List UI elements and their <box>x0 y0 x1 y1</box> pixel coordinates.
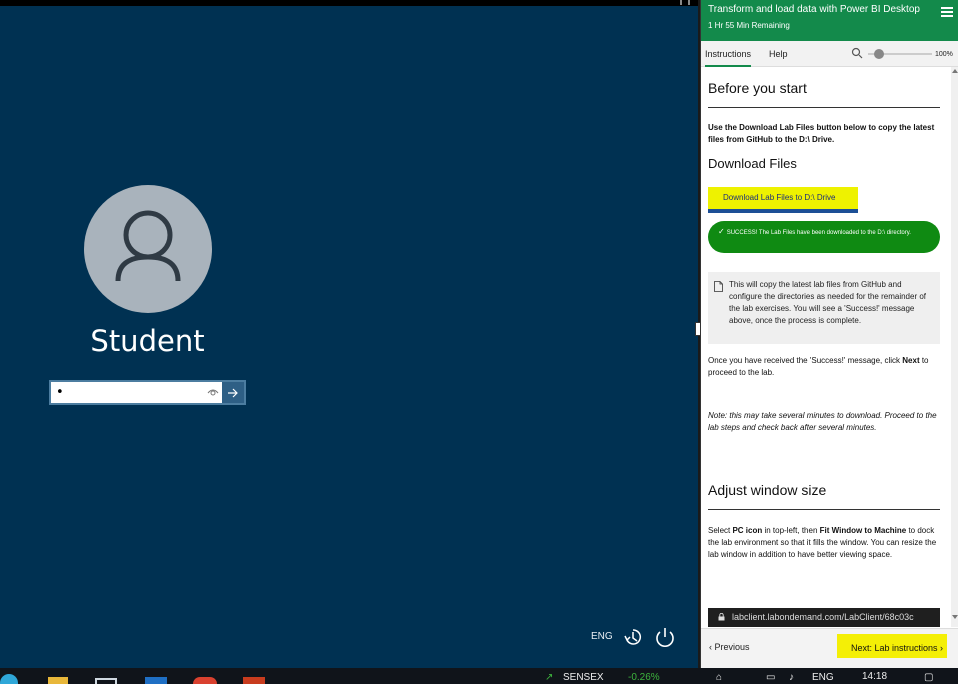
battery-icon[interactable]: ▭ <box>766 672 775 683</box>
ticker-name[interactable]: SENSEX <box>563 672 604 683</box>
note-text: This will copy the latest lab files from… <box>729 280 927 325</box>
zoom-value: 100% <box>935 51 953 58</box>
next-button[interactable]: Next: Lab instructions › <box>837 634 947 658</box>
pc-icon[interactable] <box>680 0 690 5</box>
notifications-icon[interactable]: ▢ <box>924 672 933 683</box>
document-icon <box>714 281 723 292</box>
italic-note: Note: this may take several minutes to d… <box>708 411 937 432</box>
arrow-right-icon <box>228 388 238 397</box>
url-text: labclient.labondemand.com/LabClient/68c0… <box>732 612 914 622</box>
adjust-bold-pc-icon: PC icon <box>732 526 763 535</box>
scroll-down-icon[interactable] <box>952 615 958 619</box>
panel-header: Transform and load data with Power BI De… <box>701 0 958 41</box>
reveal-password-icon[interactable] <box>206 385 220 399</box>
lock-icon <box>718 613 725 621</box>
previous-label: Previous <box>714 642 750 652</box>
vm-lock-screen: Student ENG <box>0 0 698 668</box>
network-icon[interactable]: ⌂ <box>716 672 722 683</box>
intro-text: Use the Download Lab Files button below … <box>708 123 935 144</box>
scrollbar[interactable] <box>951 67 958 627</box>
previous-button[interactable]: ‹ Previous <box>709 642 750 652</box>
success-message: ✓ SUCCESS! The Lab Files have been downlo… <box>708 221 940 253</box>
clock-time[interactable]: 14:18 <box>862 671 887 682</box>
file-explorer-icon[interactable] <box>48 677 68 684</box>
adjust-bold-fit-window: Fit Window to Machine <box>819 526 907 535</box>
hamburger-menu-icon[interactable] <box>941 7 953 17</box>
power-icon[interactable] <box>654 626 676 648</box>
user-avatar <box>84 185 212 313</box>
mail-icon[interactable] <box>145 677 167 684</box>
adjust-text: Select PC icon in top-left, then Fit Win… <box>708 525 940 561</box>
trend-arrow-icon: ↗ <box>545 672 554 683</box>
tab-help[interactable]: Help <box>769 49 788 59</box>
time-remaining: 1 Hr 55 Min Remaining <box>708 21 790 30</box>
accessibility-icon[interactable] <box>622 626 644 648</box>
panel-footer: ‹ Previous Next: Lab instructions › <box>701 628 958 668</box>
ticker-change[interactable]: -0.26% <box>628 672 660 683</box>
volume-icon[interactable]: ♪ <box>789 672 794 683</box>
divider <box>708 509 940 510</box>
adjust-text-part2: in top-left, then <box>762 526 820 535</box>
check-icon: ✓ <box>718 227 725 236</box>
scroll-up-icon[interactable] <box>952 69 958 73</box>
start-icon[interactable] <box>0 674 18 684</box>
language-indicator[interactable]: ENG <box>591 631 613 642</box>
instructions-content: Before you start Use the Download Lab Fi… <box>701 67 951 627</box>
heading-adjust-window-size: Adjust window size <box>708 482 827 498</box>
download-button-label: Download Lab Files to D:\ Drive <box>723 193 836 202</box>
lab-panel: Transform and load data with Power BI De… <box>700 0 958 668</box>
proceed-text-part1: Once you have received the 'Success!' me… <box>708 356 903 365</box>
user-icon <box>115 210 181 282</box>
lab-title: Transform and load data with Power BI De… <box>708 4 920 15</box>
username-label: Student <box>90 324 205 358</box>
heading-before-you-start: Before you start <box>708 80 807 96</box>
heading-download-files: Download Files <box>708 156 797 171</box>
submit-button[interactable] <box>222 382 244 403</box>
tab-bar: Instructions Help 100% <box>701 41 958 67</box>
proceed-next-bold: Next <box>902 356 920 365</box>
search-icon <box>851 47 863 59</box>
taskbar-language[interactable]: ENG <box>812 672 834 683</box>
success-text: SUCCESS! The Lab Files have been downloa… <box>726 230 911 236</box>
vm-top-bar <box>0 0 698 6</box>
chevron-right-icon: › <box>937 643 944 653</box>
zoom-slider-thumb[interactable] <box>874 49 884 59</box>
power-bi-icon[interactable] <box>243 677 265 684</box>
password-input[interactable] <box>51 382 223 403</box>
proceed-text: Once you have received the 'Success!' me… <box>708 355 940 379</box>
taskbar: ↗ SENSEX -0.26% ⌂ ▭ ♪ ENG 14:18 ▢ <box>0 668 958 684</box>
next-label: Next: Lab instructions <box>851 643 938 653</box>
download-lab-files-button[interactable]: Download Lab Files to D:\ Drive <box>708 187 858 213</box>
adjust-text-part1: Select <box>708 526 733 535</box>
divider <box>708 107 940 108</box>
url-bar: labclient.labondemand.com/LabClient/68c0… <box>708 608 940 627</box>
chrome-icon[interactable] <box>193 677 217 684</box>
store-icon[interactable] <box>95 678 117 684</box>
password-box[interactable] <box>49 380 246 405</box>
note-box: This will copy the latest lab files from… <box>708 272 940 344</box>
tab-instructions[interactable]: Instructions <box>705 49 752 67</box>
